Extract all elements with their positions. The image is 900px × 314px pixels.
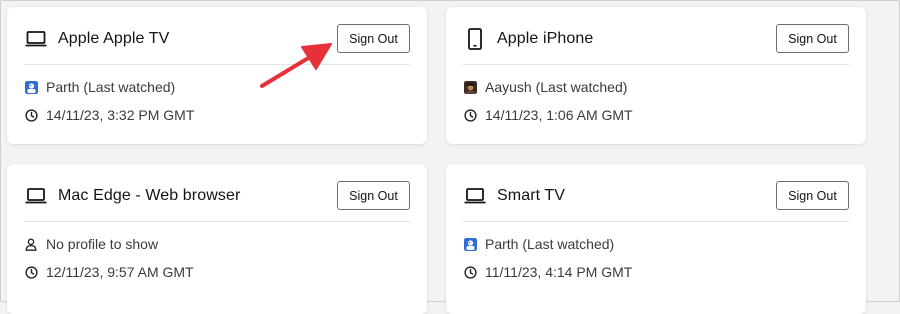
clock-icon bbox=[463, 108, 477, 122]
sign-out-button[interactable]: Sign Out bbox=[337, 181, 410, 210]
last-watched-profile: No profile to show bbox=[24, 236, 158, 252]
device-card-header: Smart TV Sign Out bbox=[463, 179, 849, 212]
clock-icon bbox=[24, 108, 38, 122]
last-active-time: 11/11/23, 4:14 PM GMT bbox=[463, 264, 632, 280]
profile-name: Parth (Last watched) bbox=[485, 236, 615, 252]
device-card-header: Apple Apple TV Sign Out bbox=[24, 22, 410, 55]
device-card-header: Apple iPhone Sign Out bbox=[463, 22, 849, 55]
last-watched-profile: Aayush (Last watched) bbox=[463, 79, 627, 95]
laptop-icon bbox=[463, 184, 487, 208]
timestamp: 12/11/23, 9:57 AM GMT bbox=[46, 264, 194, 280]
divider bbox=[24, 221, 410, 222]
clock-icon bbox=[463, 265, 477, 279]
last-active-time: 14/11/23, 1:06 AM GMT bbox=[463, 107, 633, 123]
profile-avatar-icon bbox=[24, 80, 38, 94]
device-name: Apple iPhone bbox=[497, 29, 594, 47]
last-watched-profile: Parth (Last watched) bbox=[463, 236, 614, 252]
profile-name: Parth (Last watched) bbox=[46, 79, 176, 95]
phone-icon bbox=[463, 27, 487, 51]
profile-name: Aayush (Last watched) bbox=[485, 79, 628, 95]
last-watched-profile: Parth (Last watched) bbox=[24, 79, 175, 95]
last-active-time: 14/11/23, 3:32 PM GMT bbox=[24, 107, 194, 123]
laptop-icon bbox=[24, 184, 48, 208]
divider bbox=[463, 64, 849, 65]
profile-avatar-icon bbox=[463, 80, 477, 94]
profile-avatar-icon bbox=[463, 237, 477, 251]
tv-icon bbox=[24, 27, 48, 51]
device-card-mac-edge: Mac Edge - Web browser Sign Out No profi… bbox=[7, 164, 427, 314]
sign-out-button[interactable]: Sign Out bbox=[337, 24, 410, 53]
device-name: Mac Edge - Web browser bbox=[58, 186, 241, 204]
timestamp: 14/11/23, 1:06 AM GMT bbox=[485, 107, 633, 123]
device-card-smart-tv: Smart TV Sign Out Parth (Last watched) 1… bbox=[446, 164, 866, 314]
sign-out-button[interactable]: Sign Out bbox=[776, 24, 849, 53]
divider bbox=[463, 221, 849, 222]
device-card-apple-tv: Apple Apple TV Sign Out Parth (Last watc… bbox=[7, 7, 427, 144]
device-name: Smart TV bbox=[497, 186, 566, 204]
last-active-time: 12/11/23, 9:57 AM GMT bbox=[24, 264, 194, 280]
sign-out-button[interactable]: Sign Out bbox=[776, 181, 849, 210]
person-icon bbox=[24, 237, 38, 251]
profile-name: No profile to show bbox=[46, 236, 159, 252]
timestamp: 14/11/23, 3:32 PM GMT bbox=[46, 107, 195, 123]
timestamp: 11/11/23, 4:14 PM GMT bbox=[485, 264, 633, 280]
device-name: Apple Apple TV bbox=[58, 29, 170, 47]
clock-icon bbox=[24, 265, 38, 279]
device-card-header: Mac Edge - Web browser Sign Out bbox=[24, 179, 410, 212]
divider bbox=[24, 64, 410, 65]
device-card-apple-iphone: Apple iPhone Sign Out Aayush (Last watch… bbox=[446, 7, 866, 144]
